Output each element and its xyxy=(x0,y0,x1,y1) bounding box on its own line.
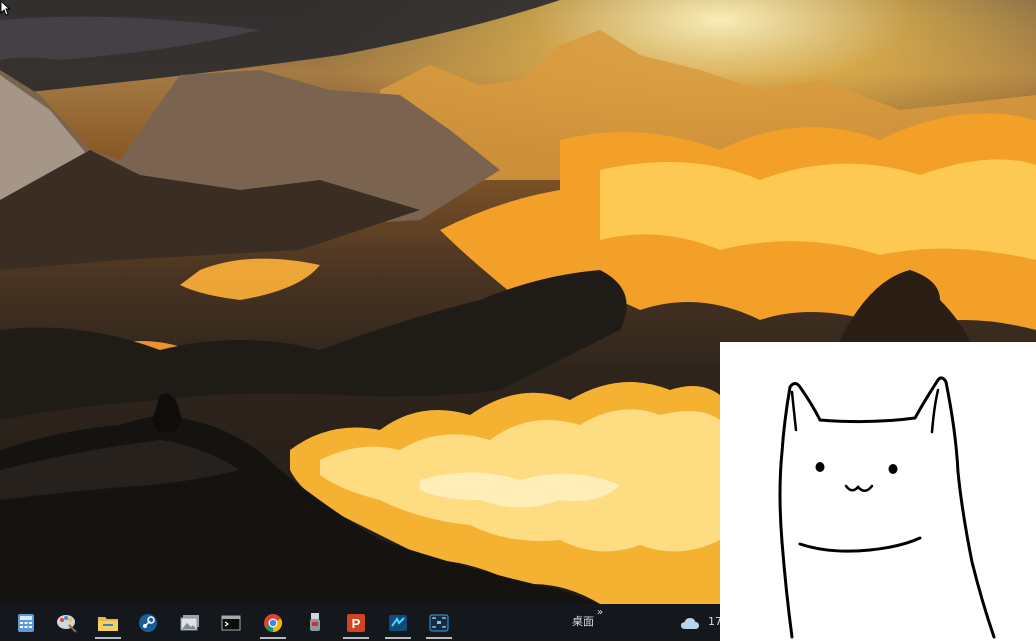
file-explorer-button[interactable] xyxy=(90,606,126,639)
video-editor-icon xyxy=(389,614,407,631)
cloud-weather-icon xyxy=(681,617,699,629)
mouse-cursor-icon xyxy=(0,0,10,16)
screen-capture-icon xyxy=(429,614,449,631)
toolbar-chevron-icon[interactable]: » xyxy=(597,607,603,619)
powerpoint-icon: P xyxy=(347,613,365,632)
cat-face-drawing xyxy=(778,376,996,639)
file-explorer-icon xyxy=(98,616,118,631)
paint-palette-icon xyxy=(57,614,77,633)
screen-capture-button[interactable] xyxy=(421,606,457,639)
photos-button[interactable] xyxy=(172,606,208,639)
svg-text:P: P xyxy=(352,616,361,631)
paint-button[interactable] xyxy=(49,606,85,639)
video-editor-button[interactable] xyxy=(380,606,416,639)
weather-widget[interactable] xyxy=(676,606,704,639)
chrome-icon xyxy=(264,613,283,632)
usb-device-icon xyxy=(310,612,320,631)
usb-device-button[interactable] xyxy=(297,606,333,639)
chrome-button[interactable] xyxy=(255,606,291,639)
powerpoint-button[interactable]: P xyxy=(338,606,374,639)
terminal-icon xyxy=(221,615,241,630)
desktop-toolbar-label[interactable]: 桌面 xyxy=(572,616,594,628)
calculator-icon xyxy=(18,613,34,632)
calculator-button[interactable] xyxy=(8,606,44,639)
photos-icon xyxy=(180,614,199,630)
terminal-button[interactable] xyxy=(213,606,249,639)
steam-icon xyxy=(139,613,157,632)
webcam-overlay-cat xyxy=(720,342,1036,641)
steam-button[interactable] xyxy=(130,606,166,639)
